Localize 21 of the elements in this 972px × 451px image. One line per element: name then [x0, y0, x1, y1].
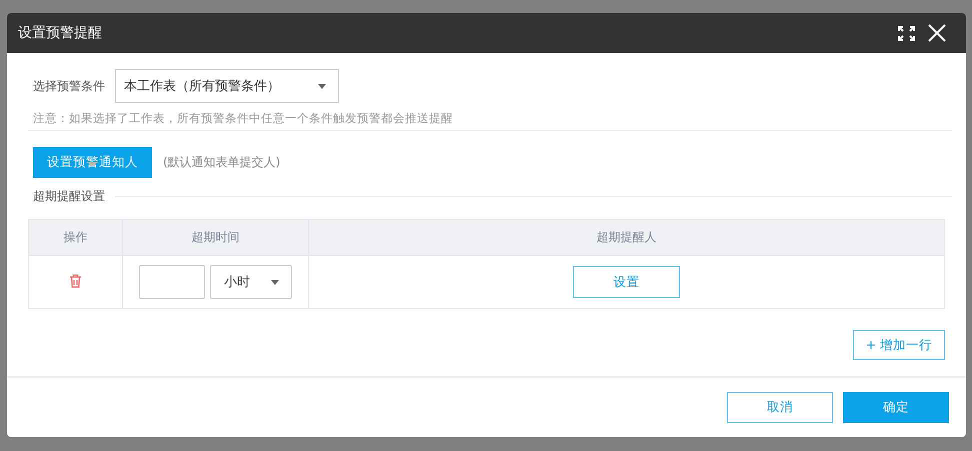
note-text: 注意：如果选择了工作表，所有预警条件中任意一个条件触发预警都会推送提醒 [28, 103, 952, 131]
column-header: 操作 [28, 220, 122, 256]
column-header: 超期时间 [122, 220, 308, 256]
caret-icon [318, 84, 326, 88]
set-notifier-button[interactable]: 设置预警通知人 [33, 147, 152, 178]
notifier-hint: (默认通知表单提交人) [163, 154, 280, 171]
condition-label: 选择预警条件 [33, 78, 105, 94]
caret-icon [271, 280, 279, 284]
trash-icon[interactable] [69, 274, 82, 288]
unit-select[interactable]: 小时 [210, 265, 292, 299]
add-row-button[interactable]: + 增加一行 [853, 330, 945, 360]
dialog-title: 设置预警提醒 [18, 24, 102, 42]
confirm-button[interactable]: 确定 [843, 392, 949, 423]
column-header: 超期提醒人 [308, 220, 944, 256]
close-icon[interactable] [928, 24, 946, 42]
condition-select[interactable]: 本工作表（所有预警条件） [115, 69, 339, 103]
cancel-button[interactable]: 取消 [727, 392, 833, 423]
time-input[interactable] [139, 265, 205, 299]
set-recipient-button[interactable]: 设置 [573, 266, 680, 298]
maximize-icon[interactable] [897, 24, 916, 42]
section-title: 超期提醒设置 [33, 188, 105, 205]
